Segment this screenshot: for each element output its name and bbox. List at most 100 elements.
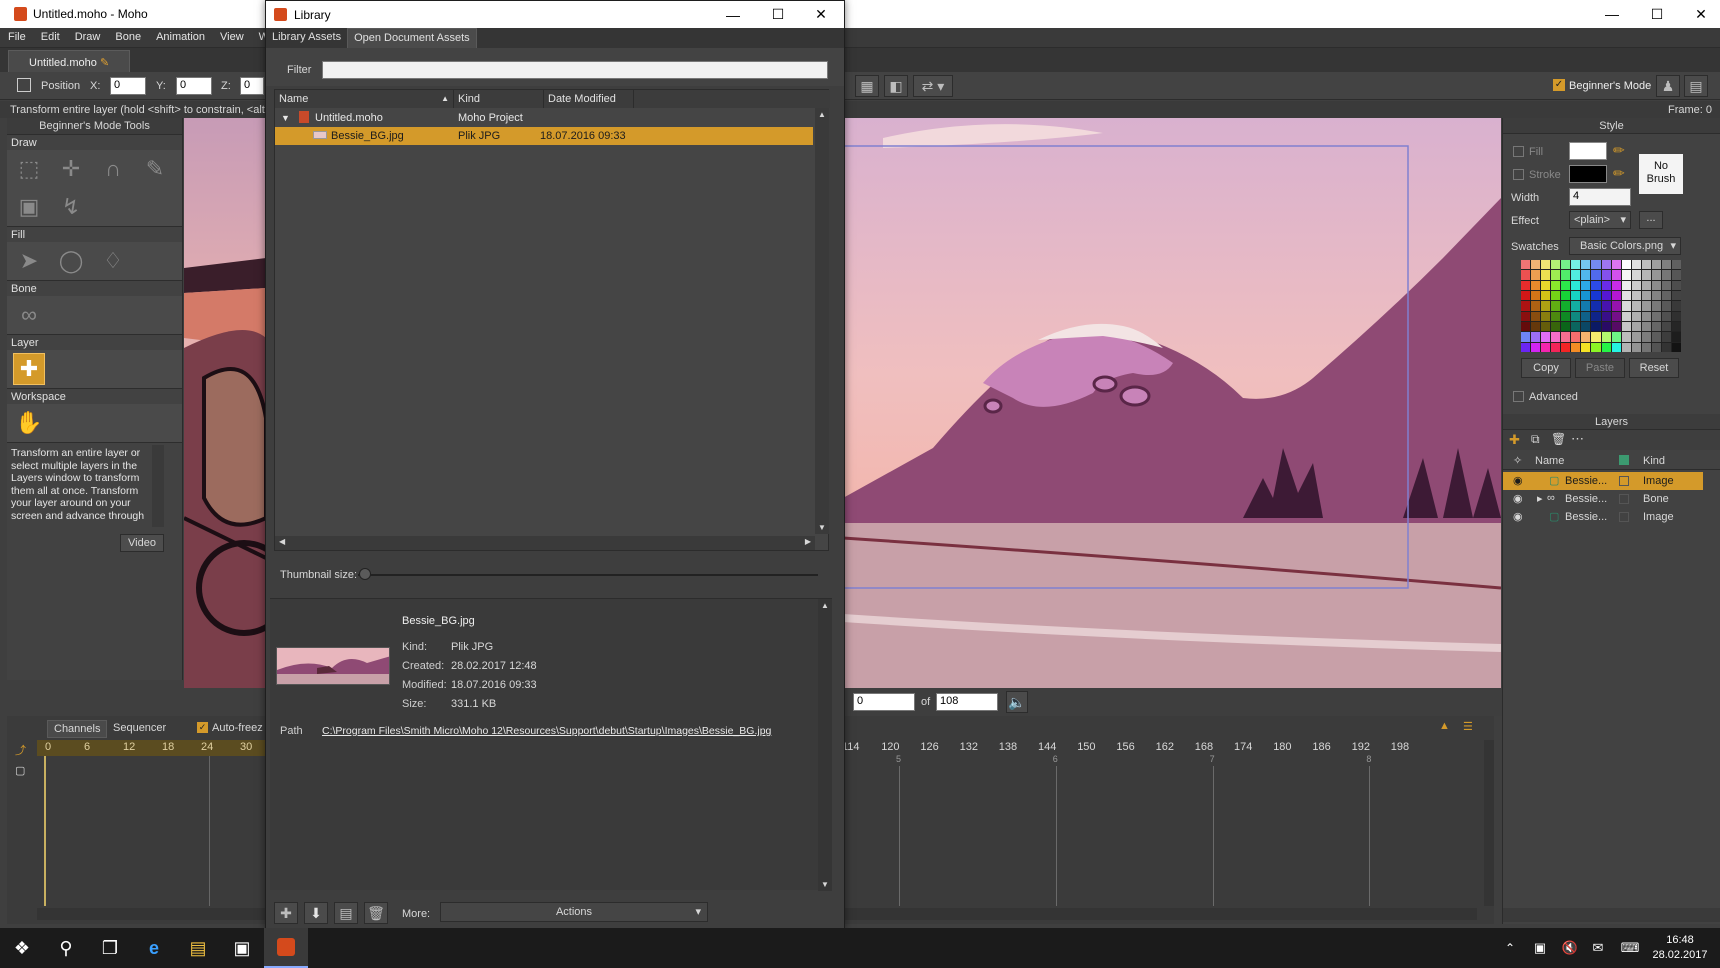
thumbnail-size-slider[interactable] bbox=[358, 574, 818, 576]
color-swatch[interactable] bbox=[1561, 260, 1571, 270]
color-swatch[interactable] bbox=[1591, 332, 1601, 342]
tab-channels[interactable]: Channels bbox=[47, 720, 108, 738]
color-swatch[interactable] bbox=[1651, 301, 1661, 311]
color-swatch[interactable] bbox=[1601, 260, 1611, 270]
color-swatch[interactable] bbox=[1541, 260, 1551, 270]
color-swatch[interactable] bbox=[1621, 332, 1631, 342]
create-shape-icon[interactable]: ◯ bbox=[55, 245, 87, 277]
x-position-input[interactable]: 0 bbox=[110, 77, 146, 95]
color-swatch[interactable] bbox=[1571, 301, 1581, 311]
color-swatch[interactable] bbox=[1651, 270, 1661, 280]
details-scrollbar[interactable]: ▲ ▼ bbox=[818, 599, 832, 891]
color-swatch[interactable] bbox=[1631, 270, 1641, 280]
color-swatch[interactable] bbox=[1531, 280, 1541, 290]
layer-row[interactable]: ◉ ▢ Bessie... Image bbox=[1503, 472, 1703, 490]
thumbnail-slider-handle[interactable] bbox=[359, 568, 371, 580]
color-swatch[interactable] bbox=[1561, 321, 1571, 332]
advanced-checkbox[interactable] bbox=[1513, 391, 1524, 402]
fill-eyedropper-icon[interactable]: ✏ bbox=[1613, 142, 1625, 159]
menu-view[interactable]: View bbox=[212, 28, 251, 43]
video-button[interactable]: Video bbox=[120, 534, 164, 552]
color-swatch[interactable] bbox=[1551, 311, 1561, 321]
color-swatch[interactable] bbox=[1591, 342, 1601, 352]
color-swatch[interactable] bbox=[1641, 332, 1651, 342]
color-swatch[interactable] bbox=[1651, 311, 1661, 321]
store-icon[interactable]: ▣ bbox=[220, 928, 264, 968]
color-swatch[interactable] bbox=[1671, 321, 1681, 332]
color-swatch[interactable] bbox=[1611, 342, 1621, 352]
color-swatch[interactable] bbox=[1551, 332, 1561, 342]
color-swatch[interactable] bbox=[1541, 342, 1551, 352]
effect-more-button[interactable]: ... bbox=[1639, 211, 1663, 229]
color-swatch[interactable] bbox=[1601, 290, 1611, 301]
color-swatch[interactable] bbox=[1581, 290, 1591, 301]
color-swatch[interactable] bbox=[1531, 332, 1541, 342]
color-swatch[interactable] bbox=[1671, 311, 1681, 321]
path-link[interactable]: C:\Program Files\Smith Micro\Moho 12\Res… bbox=[322, 725, 771, 737]
color-swatch[interactable] bbox=[1621, 342, 1631, 352]
color-swatch[interactable] bbox=[1641, 280, 1651, 290]
reset-button[interactable]: Reset bbox=[1629, 358, 1679, 378]
color-swatch[interactable] bbox=[1551, 342, 1561, 352]
color-swatch[interactable] bbox=[1611, 290, 1621, 301]
color-swatch[interactable] bbox=[1591, 311, 1601, 321]
color-swatch[interactable] bbox=[1631, 311, 1641, 321]
color-swatch[interactable] bbox=[1641, 270, 1651, 280]
color-swatch[interactable] bbox=[1531, 311, 1541, 321]
minimize-button[interactable]: — bbox=[1589, 0, 1635, 28]
keyframe-icon[interactable]: ⤴ bbox=[15, 742, 26, 758]
color-swatch[interactable] bbox=[1551, 270, 1561, 280]
freehand-icon[interactable]: ✎ bbox=[139, 153, 171, 185]
width-input[interactable]: 4 bbox=[1569, 188, 1631, 206]
menu-edit[interactable]: Edit bbox=[33, 28, 67, 43]
color-swatch[interactable] bbox=[1621, 260, 1631, 270]
layer-color-box[interactable] bbox=[1619, 494, 1629, 504]
color-swatch[interactable] bbox=[1601, 321, 1611, 332]
eye-icon[interactable]: ◉ bbox=[1513, 474, 1523, 487]
color-swatch[interactable] bbox=[1521, 321, 1531, 332]
color-swatch[interactable] bbox=[1651, 280, 1661, 290]
color-swatch[interactable] bbox=[1541, 270, 1551, 280]
edge-browser-icon[interactable]: e bbox=[132, 928, 176, 968]
library-close-button[interactable]: ✕ bbox=[798, 1, 844, 28]
color-swatch[interactable] bbox=[1651, 290, 1661, 301]
stroke-checkbox[interactable] bbox=[1513, 169, 1524, 180]
swatches-dropdown[interactable]: Basic Colors.png ▾ bbox=[1569, 237, 1681, 255]
column-kind[interactable]: Kind bbox=[454, 90, 544, 108]
paint-bucket-icon[interactable]: ♢ bbox=[97, 245, 129, 277]
color-swatch[interactable] bbox=[1641, 290, 1651, 301]
color-swatch[interactable] bbox=[1611, 311, 1621, 321]
color-swatch[interactable] bbox=[1661, 311, 1671, 321]
new-folder-icon[interactable]: ▤ bbox=[334, 902, 358, 924]
color-swatch[interactable] bbox=[1601, 342, 1611, 352]
color-swatch[interactable] bbox=[1581, 280, 1591, 290]
file-explorer-icon[interactable]: ▤ bbox=[176, 928, 220, 968]
color-swatch[interactable] bbox=[1661, 342, 1671, 352]
color-swatch[interactable] bbox=[1611, 260, 1621, 270]
actions-dropdown[interactable]: Actions ▾ bbox=[440, 902, 708, 922]
color-swatch-grid[interactable] bbox=[1521, 260, 1681, 352]
color-swatch[interactable] bbox=[1621, 321, 1631, 332]
duplicate-layer-icon[interactable]: ⧉ bbox=[1531, 432, 1540, 447]
onion-skin-icon[interactable]: ◧ bbox=[884, 75, 908, 97]
color-swatch[interactable] bbox=[1661, 332, 1671, 342]
color-swatch[interactable] bbox=[1631, 342, 1641, 352]
draw-shape-icon[interactable]: ▣ bbox=[13, 191, 45, 223]
layers-horizontal-scrollbar[interactable] bbox=[1503, 908, 1720, 922]
transform-layer-icon[interactable]: ✚ bbox=[13, 353, 45, 385]
color-swatch[interactable] bbox=[1601, 280, 1611, 290]
copy-button[interactable]: Copy bbox=[1521, 358, 1571, 378]
color-swatch[interactable] bbox=[1661, 321, 1671, 332]
color-swatch[interactable] bbox=[1601, 301, 1611, 311]
color-swatch[interactable] bbox=[1671, 301, 1681, 311]
color-swatch[interactable] bbox=[1621, 270, 1631, 280]
new-layer-icon[interactable]: ✚ bbox=[1509, 432, 1520, 448]
add-asset-icon[interactable]: ✚ bbox=[274, 902, 298, 924]
canvas-left-portion[interactable] bbox=[184, 118, 266, 688]
color-swatch[interactable] bbox=[1561, 311, 1571, 321]
color-swatch[interactable] bbox=[1551, 290, 1561, 301]
no-brush-button[interactable]: No Brush bbox=[1639, 154, 1683, 194]
color-swatch[interactable] bbox=[1601, 332, 1611, 342]
color-swatch[interactable] bbox=[1581, 321, 1591, 332]
asset-list-horizontal-scrollbar[interactable]: ◀ ▶ bbox=[275, 536, 815, 550]
